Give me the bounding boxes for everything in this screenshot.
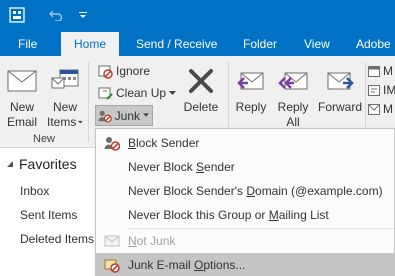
menu-not-junk-label: Not Junk (128, 234, 175, 248)
forward-label: Forward (317, 100, 362, 114)
new-email-label-1: New (9, 100, 34, 114)
new-items-label-2: Items (47, 115, 77, 129)
new-items-icon (47, 64, 83, 98)
menu-never-block-sender[interactable]: Never Block Sender (96, 155, 394, 179)
access-key: N (128, 234, 137, 248)
more-respond-button-1[interactable]: M (368, 61, 393, 81)
more-respond-button-2[interactable]: IM (368, 80, 395, 100)
tab-view[interactable]: View (304, 32, 330, 56)
dropdown-arrow-icon (143, 113, 149, 117)
reply-label: Reply (235, 100, 267, 114)
label-text: ptions... (203, 258, 246, 272)
new-items-label-row: Items (47, 115, 83, 130)
ignore-label: Ignore (116, 64, 151, 78)
favorites-label: Favorites (19, 156, 77, 172)
more-label-1: M (383, 64, 393, 78)
label-text: lock Sender (136, 136, 200, 150)
tab-adobe[interactable]: Adobe (356, 32, 391, 56)
group-separator (88, 62, 89, 142)
title-bar (0, 0, 395, 32)
new-email-button[interactable]: New Email (4, 64, 40, 130)
more-respond-button-3[interactable]: M (368, 99, 393, 119)
collapse-triangle-icon (7, 161, 13, 167)
junk-label: Junk (114, 108, 141, 123)
reply-all-label-1: Reply (277, 100, 309, 114)
undo-icon[interactable] (46, 4, 66, 26)
access-key: D (246, 184, 256, 198)
junk-icon (98, 110, 112, 123)
delete-button[interactable]: Delete (182, 64, 220, 115)
delete-label: Delete (183, 100, 219, 114)
more-label-2: IM (383, 83, 395, 97)
label-text: ailing List (278, 208, 329, 222)
ribbon-tabs: File Home Send / Receive Folder View Ado… (0, 32, 395, 56)
new-items-label-1: New (52, 100, 77, 114)
forward-button[interactable]: Forward (317, 64, 363, 115)
im-icon (368, 85, 380, 96)
menu-block-sender[interactable]: Block Sender (96, 131, 394, 155)
menu-never-block-sender-label: Never Block Sender (128, 160, 235, 174)
access-key: S (196, 160, 205, 174)
ignore-icon (98, 65, 113, 79)
label-text: ot Junk (136, 234, 176, 248)
meeting-icon (368, 66, 380, 77)
label-text: Never Block Sender's (128, 184, 247, 198)
ignore-button[interactable]: Ignore (97, 61, 150, 81)
access-key: O (194, 258, 204, 272)
junk-options-icon (104, 259, 120, 273)
more-icon (368, 104, 380, 115)
menu-junk-email-options[interactable]: Junk E-mail Options... (96, 253, 394, 276)
tab-file[interactable]: File (18, 32, 37, 56)
delete-icon (182, 64, 220, 98)
tab-folder[interactable]: Folder (243, 32, 277, 56)
new-email-label-2: Email (6, 115, 37, 129)
folder-sent-items[interactable]: Sent Items (20, 208, 77, 222)
not-junk-icon (104, 235, 120, 247)
reply-all-button[interactable]: Reply All (274, 64, 312, 130)
tab-send-receive[interactable]: Send / Receive (136, 32, 217, 56)
new-email-icon (4, 64, 40, 98)
block-sender-icon (104, 137, 120, 151)
clean-up-button[interactable]: Clean Up (97, 83, 179, 103)
menu-never-block-group[interactable]: Never Block this Group or Mailing List (96, 203, 394, 227)
send-receive-icon[interactable] (6, 4, 28, 26)
forward-icon (317, 64, 363, 98)
junk-dropdown-menu: Block Sender Never Block Sender Never Bl… (95, 128, 395, 276)
clean-up-icon (98, 87, 113, 100)
label-text: Never Block (128, 160, 197, 174)
menu-not-junk[interactable]: Not Junk (96, 229, 394, 253)
tab-home[interactable]: Home (61, 32, 119, 56)
dropdown-arrow-icon (169, 90, 177, 95)
label-text: ender (204, 160, 235, 174)
label-text: omain (@example.com) (255, 184, 383, 198)
folder-deleted-items[interactable]: Deleted Items (20, 232, 94, 246)
new-items-button[interactable]: New Items (47, 64, 83, 130)
menu-block-sender-label: Block Sender (128, 136, 199, 150)
folder-pane: Favorites Inbox Sent Items Deleted Items (0, 148, 96, 276)
label-text: Junk E-mail (128, 258, 195, 272)
menu-never-block-group-label: Never Block this Group or Mailing List (128, 208, 329, 222)
favorites-header[interactable]: Favorites (6, 156, 77, 172)
group-label-new: New (33, 133, 56, 145)
access-key: M (268, 208, 279, 222)
junk-button[interactable]: Junk (95, 105, 153, 126)
folder-inbox[interactable]: Inbox (20, 184, 49, 198)
menu-never-block-domain[interactable]: Never Block Sender's Domain (@example.co… (96, 179, 394, 203)
menu-junk-email-options-label: Junk E-mail Options... (128, 258, 245, 272)
label-text: Never Block this Group or (128, 208, 269, 222)
access-key: B (128, 136, 137, 150)
clean-up-label: Clean Up (116, 86, 167, 100)
reply-icon (233, 64, 269, 98)
reply-button[interactable]: Reply (233, 64, 269, 115)
customize-quick-access-icon[interactable] (77, 4, 89, 26)
menu-never-block-domain-label: Never Block Sender's Domain (@example.co… (128, 184, 383, 198)
reply-all-icon (274, 64, 312, 98)
dropdown-arrow-icon (78, 120, 83, 124)
more-label-3: M (383, 102, 393, 116)
